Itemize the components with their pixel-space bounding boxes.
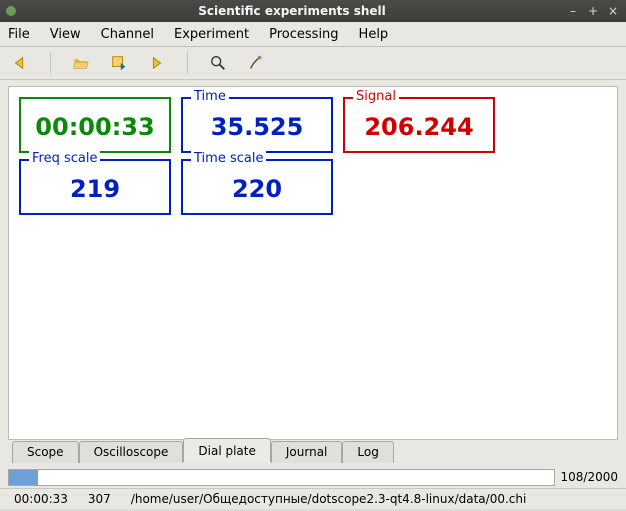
menu-file[interactable]: File [8,27,30,42]
client-area: 00:00:33 Time 35.525 Signal 206.244 Freq… [0,80,626,466]
window-maximize-button[interactable]: + [586,4,600,18]
freq-scale-label: Freq scale [29,151,100,166]
toolbar-separator [50,52,51,74]
menu-help[interactable]: Help [359,27,389,42]
status-time: 00:00:33 [4,492,78,506]
toolbar [0,47,626,80]
signal-label: Signal [353,89,399,104]
window-titlebar: Scientific experiments shell – + × [0,0,626,22]
forward-arrow-icon[interactable] [147,53,167,73]
app-icon [6,6,16,16]
menu-channel[interactable]: Channel [101,27,154,42]
dial-plate-panel: 00:00:33 Time 35.525 Signal 206.244 Freq… [8,86,618,440]
folder-open-icon[interactable] [71,53,91,73]
status-bar: 00:00:33 307 /home/user/Общедоступные/do… [0,488,626,509]
window-close-button[interactable]: × [606,4,620,18]
status-file-path: /home/user/Общедоступные/dotscope2.3-qt4… [121,492,622,506]
magnifier-icon[interactable] [208,53,228,73]
tab-log[interactable]: Log [342,441,393,463]
signal-value: 206.244 [355,113,483,141]
tab-bar: Scope Oscilloscope Dial plate Journal Lo… [12,438,394,462]
time-label: Time [191,89,229,104]
progress-fill [9,470,38,485]
freq-scale-value: 219 [31,175,159,203]
progress-row: 108/2000 [0,466,626,488]
time-value: 35.525 [193,113,321,141]
window-minimize-button[interactable]: – [566,4,580,18]
time-scale-readout: Time scale 220 [181,159,333,215]
toolbar-separator [187,52,188,74]
tab-scope[interactable]: Scope [12,441,79,463]
signal-readout: Signal 206.244 [343,97,495,153]
tab-dial-plate[interactable]: Dial plate [183,438,270,462]
menu-processing[interactable]: Processing [269,27,338,42]
freq-scale-readout: Freq scale 219 [19,159,171,215]
probe-tool-icon[interactable] [246,53,266,73]
time-scale-value: 220 [193,175,321,203]
menu-bar: File View Channel Experiment Processing … [0,22,626,47]
menu-experiment[interactable]: Experiment [174,27,249,42]
elapsed-time-readout: 00:00:33 [19,97,171,153]
time-readout: Time 35.525 [181,97,333,153]
menu-view[interactable]: View [50,27,81,42]
back-arrow-icon[interactable] [10,53,30,73]
progress-count: 108/2000 [561,470,619,484]
time-scale-label: Time scale [191,151,266,166]
tab-journal[interactable]: Journal [271,441,343,463]
tab-oscilloscope[interactable]: Oscilloscope [79,441,184,463]
progress-bar[interactable] [8,469,555,486]
elapsed-time-value: 00:00:33 [31,113,159,141]
status-value: 307 [78,492,121,506]
window-title: Scientific experiments shell [24,4,560,18]
save-export-icon[interactable] [109,53,129,73]
